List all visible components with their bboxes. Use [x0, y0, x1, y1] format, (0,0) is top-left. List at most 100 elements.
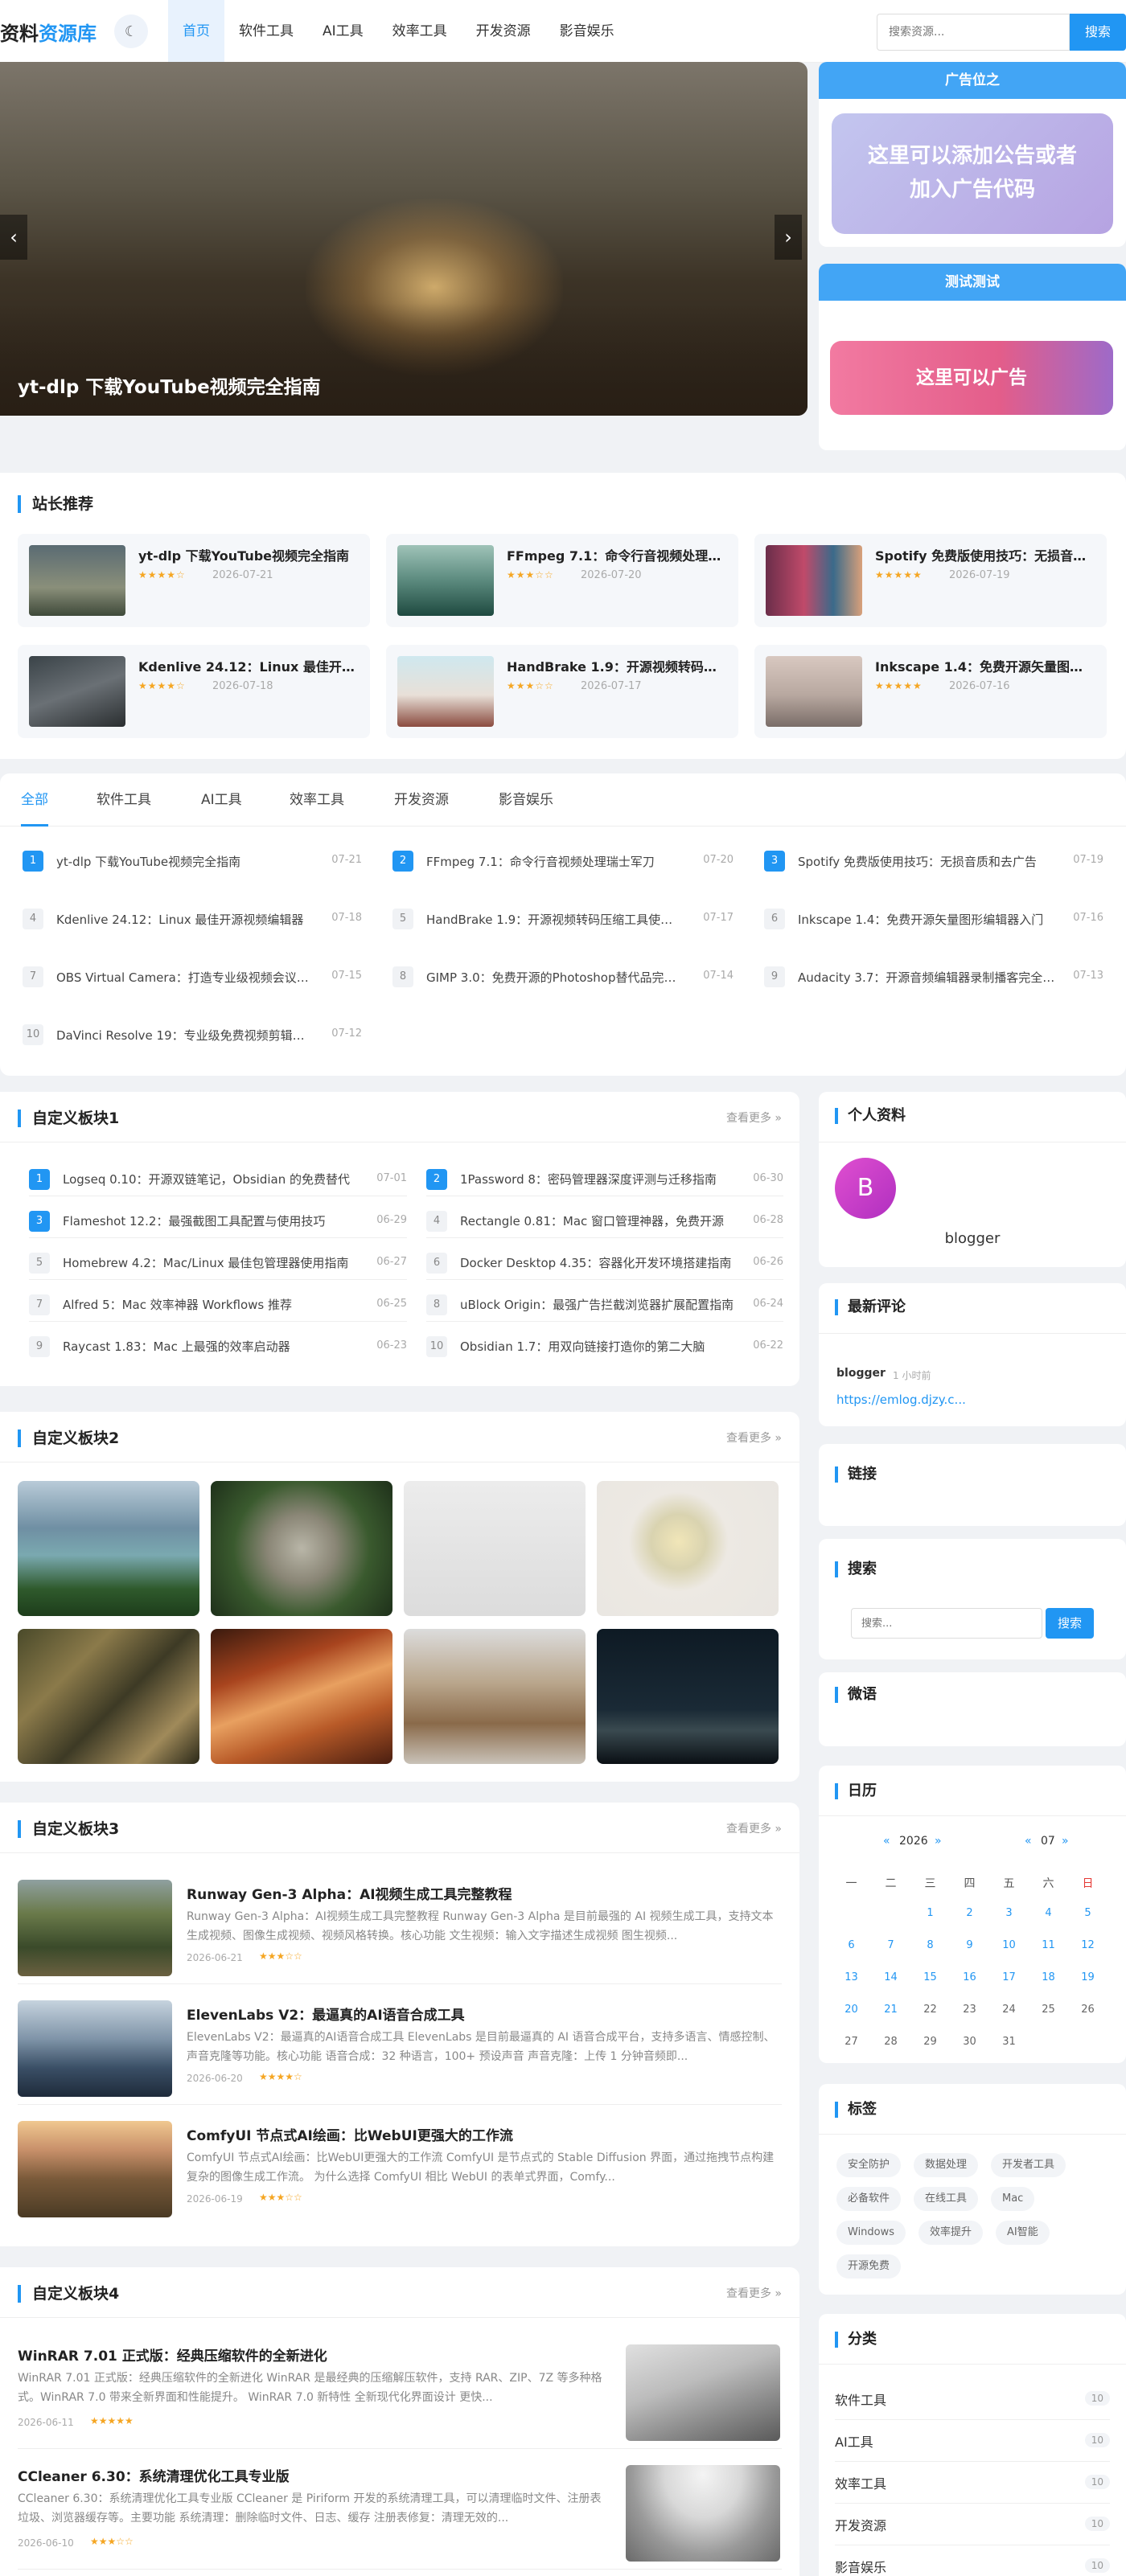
- calendar-day[interactable]: 10: [989, 1939, 1029, 1951]
- list-item[interactable]: 7 Alfred 5：Mac 效率神器 Workflows 推荐 06-25: [29, 1288, 407, 1322]
- list-item[interactable]: 1 yt-dlp 下载YouTube视频完全指南 07-21: [23, 849, 362, 873]
- calendar-day[interactable]: 6: [832, 1939, 871, 1951]
- calendar-day[interactable]: 21: [871, 2004, 910, 2016]
- post-item[interactable]: ElevenLabs V2：最逼真的AI语音合成工具 ElevenLabs V2…: [18, 2000, 782, 2105]
- gallery-image[interactable]: [404, 1629, 586, 1764]
- gallery-image[interactable]: [597, 1629, 779, 1764]
- list-item[interactable]: 3 Flameshot 12.2：最强截图工具配置与使用技巧 06-29: [29, 1204, 407, 1238]
- calendar-day[interactable]: 5: [1068, 1907, 1108, 1919]
- nav-efficiency[interactable]: 效率工具: [378, 0, 462, 63]
- recommend-card[interactable]: Kdenlive 24.12：Linux 最佳开源视频编辑器 ★★★★☆ 202…: [18, 645, 370, 738]
- tag-chip[interactable]: 开发者工具: [991, 2153, 1066, 2177]
- nav-ai[interactable]: AI工具: [308, 0, 378, 63]
- profile-name[interactable]: blogger: [819, 1230, 1126, 1247]
- list-item[interactable]: 1 Logseq 0.10：开源双链笔记，Obsidian 的免费替代 07-01: [29, 1163, 407, 1196]
- list-item[interactable]: 4 Kdenlive 24.12：Linux 最佳开源视频编辑器 07-18: [23, 907, 362, 931]
- block4-more-link[interactable]: 查看更多 »: [726, 2285, 782, 2301]
- calendar-day[interactable]: 2: [950, 1907, 989, 1919]
- list-item[interactable]: 2 FFmpeg 7.1：命令行音视频处理瑞士军刀 07-20: [392, 849, 734, 873]
- block1-more-link[interactable]: 查看更多 »: [726, 1110, 782, 1126]
- list-item[interactable]: 5 Homebrew 4.2：Mac/Linux 最佳包管理器使用指南 06-27: [29, 1246, 407, 1280]
- nav-software[interactable]: 软件工具: [224, 0, 308, 63]
- calendar-day[interactable]: 1: [910, 1907, 950, 1919]
- gallery-image[interactable]: [211, 1629, 392, 1764]
- tab-all[interactable]: 全部: [21, 773, 48, 827]
- list-item[interactable]: 3 Spotify 免费版使用技巧：无损音质和去广告 07-19: [764, 849, 1103, 873]
- comment-link[interactable]: https://emlog.djzy.c...: [836, 1393, 966, 1407]
- list-item[interactable]: 8 GIMP 3.0：免费开源的Photoshop替代品完全指南 07-14: [392, 965, 734, 989]
- ad-banner-1[interactable]: 这里可以添加公告或者加入广告代码: [832, 113, 1113, 234]
- post-item[interactable]: CCleaner 6.30：系统清理优化工具专业版 CCleaner 6.30：…: [18, 2465, 782, 2570]
- calendar-day[interactable]: 15: [910, 1971, 950, 1983]
- list-item[interactable]: 9 Raycast 1.83：Mac 上最强的效率启动器 06-23: [29, 1330, 407, 1364]
- gallery-image[interactable]: [18, 1629, 199, 1764]
- list-item[interactable]: 10 Obsidian 1.7：用双向链接打造你的第二大脑 06-22: [426, 1330, 783, 1364]
- block3-more-link[interactable]: 查看更多 »: [726, 1820, 782, 1836]
- comment-user[interactable]: blogger: [836, 1367, 886, 1380]
- calendar-next-year[interactable]: »: [935, 1835, 942, 1848]
- calendar-day[interactable]: 17: [989, 1971, 1029, 1983]
- recommend-card[interactable]: Inkscape 1.4：免费开源矢量图形编辑器 ★★★★★ 2026-07-1…: [754, 645, 1107, 738]
- tag-chip[interactable]: 安全防护: [836, 2153, 902, 2177]
- calendar-prev-month[interactable]: «: [1025, 1835, 1032, 1848]
- gallery-image[interactable]: [18, 1481, 199, 1616]
- list-item[interactable]: 6 Docker Desktop 4.35：容器化开发环境搭建指南 06-26: [426, 1246, 783, 1280]
- calendar-day[interactable]: 13: [832, 1971, 871, 1983]
- recommend-card[interactable]: FFmpeg 7.1：命令行音视频处理瑞士军刀 ★★★☆☆ 2026-07-20: [386, 534, 738, 627]
- recommend-card[interactable]: HandBrake 1.9：开源视频转码压缩工具 ★★★☆☆ 2026-07-1…: [386, 645, 738, 738]
- sidebar-search-input[interactable]: [851, 1608, 1042, 1639]
- calendar-day[interactable]: 12: [1068, 1939, 1108, 1951]
- calendar-day[interactable]: 4: [1029, 1907, 1068, 1919]
- tag-chip[interactable]: 在线工具: [914, 2187, 979, 2211]
- tab-ai[interactable]: AI工具: [201, 773, 242, 827]
- list-item[interactable]: 9 Audacity 3.7：开源音频编辑器录制播客完全指南 07-13: [764, 965, 1103, 989]
- calendar-day[interactable]: 7: [871, 1939, 910, 1951]
- tag-chip[interactable]: 必备软件: [836, 2187, 902, 2211]
- calendar-day[interactable]: 20: [832, 2004, 871, 2016]
- list-item[interactable]: 6 Inkscape 1.4：免费开源矢量图形编辑器入门 07-16: [764, 907, 1103, 931]
- list-item[interactable]: 4 Rectangle 0.81：Mac 窗口管理神器，免费开源 06-28: [426, 1204, 783, 1238]
- tab-efficiency[interactable]: 效率工具: [290, 773, 344, 827]
- list-item[interactable]: 7 OBS Virtual Camera：打造专业级视频会议画面 07-15: [23, 965, 362, 989]
- tab-media[interactable]: 影音娱乐: [499, 773, 553, 827]
- category-item[interactable]: 软件工具 10: [835, 2378, 1110, 2420]
- tab-dev[interactable]: 开发资源: [394, 773, 449, 827]
- calendar-day[interactable]: 9: [950, 1939, 989, 1951]
- calendar-prev-year[interactable]: «: [883, 1835, 890, 1848]
- post-item[interactable]: ComfyUI 节点式AI绘画：比WebUI更强大的工作流 ComfyUI 节点…: [18, 2121, 782, 2225]
- sidebar-search-button[interactable]: 搜索: [1046, 1608, 1094, 1639]
- recommend-card[interactable]: Spotify 免费版使用技巧：无损音质和去广告 ★★★★★ 2026-07-1…: [754, 534, 1107, 627]
- gallery-image[interactable]: [597, 1481, 779, 1616]
- hero-slider[interactable]: yt-dlp 下载YouTube视频完全指南 ‹ ›: [0, 62, 808, 416]
- list-item[interactable]: 5 HandBrake 1.9：开源视频转码压缩工具使用指南 07-17: [392, 907, 734, 931]
- calendar-day[interactable]: 16: [950, 1971, 989, 1983]
- tag-chip[interactable]: AI智能: [996, 2221, 1050, 2245]
- tag-chip[interactable]: 效率提升: [918, 2221, 984, 2245]
- ad-banner-2[interactable]: 这里可以广告: [830, 341, 1113, 415]
- tag-chip[interactable]: Mac: [991, 2187, 1035, 2211]
- theme-toggle-button[interactable]: ☾: [114, 14, 148, 48]
- category-item[interactable]: AI工具 10: [835, 2420, 1110, 2462]
- post-item[interactable]: WinRAR 7.01 正式版：经典压缩软件的全新进化 WinRAR 7.01 …: [18, 2344, 782, 2449]
- block2-more-link[interactable]: 查看更多 »: [726, 1430, 782, 1446]
- list-item[interactable]: 10 DaVinci Resolve 19：专业级免费视频剪辑软件 07-12: [23, 1023, 362, 1047]
- list-item[interactable]: 2 1Password 8：密码管理器深度评测与迁移指南 06-30: [426, 1163, 783, 1196]
- calendar-day[interactable]: 8: [910, 1939, 950, 1951]
- recommend-card[interactable]: yt-dlp 下载YouTube视频完全指南 ★★★★☆ 2026-07-21: [18, 534, 370, 627]
- slider-caption[interactable]: yt-dlp 下载YouTube视频完全指南: [18, 371, 321, 399]
- calendar-day[interactable]: 11: [1029, 1939, 1068, 1951]
- category-item[interactable]: 效率工具 10: [835, 2462, 1110, 2504]
- calendar-day[interactable]: 14: [871, 1971, 910, 1983]
- tag-chip[interactable]: 数据处理: [914, 2153, 979, 2177]
- category-item[interactable]: 影音娱乐 10: [835, 2545, 1110, 2576]
- slider-prev-icon[interactable]: ‹: [0, 215, 27, 260]
- nav-home[interactable]: 首页: [168, 0, 224, 63]
- avatar[interactable]: B: [835, 1158, 896, 1219]
- calendar-day[interactable]: 3: [989, 1907, 1029, 1919]
- tab-software[interactable]: 软件工具: [97, 773, 151, 827]
- header-search-button[interactable]: 搜索: [1070, 14, 1126, 51]
- header-search-input[interactable]: [877, 14, 1070, 51]
- calendar-day[interactable]: 18: [1029, 1971, 1068, 1983]
- site-logo[interactable]: 资料资源库: [0, 18, 97, 46]
- gallery-image[interactable]: [211, 1481, 392, 1616]
